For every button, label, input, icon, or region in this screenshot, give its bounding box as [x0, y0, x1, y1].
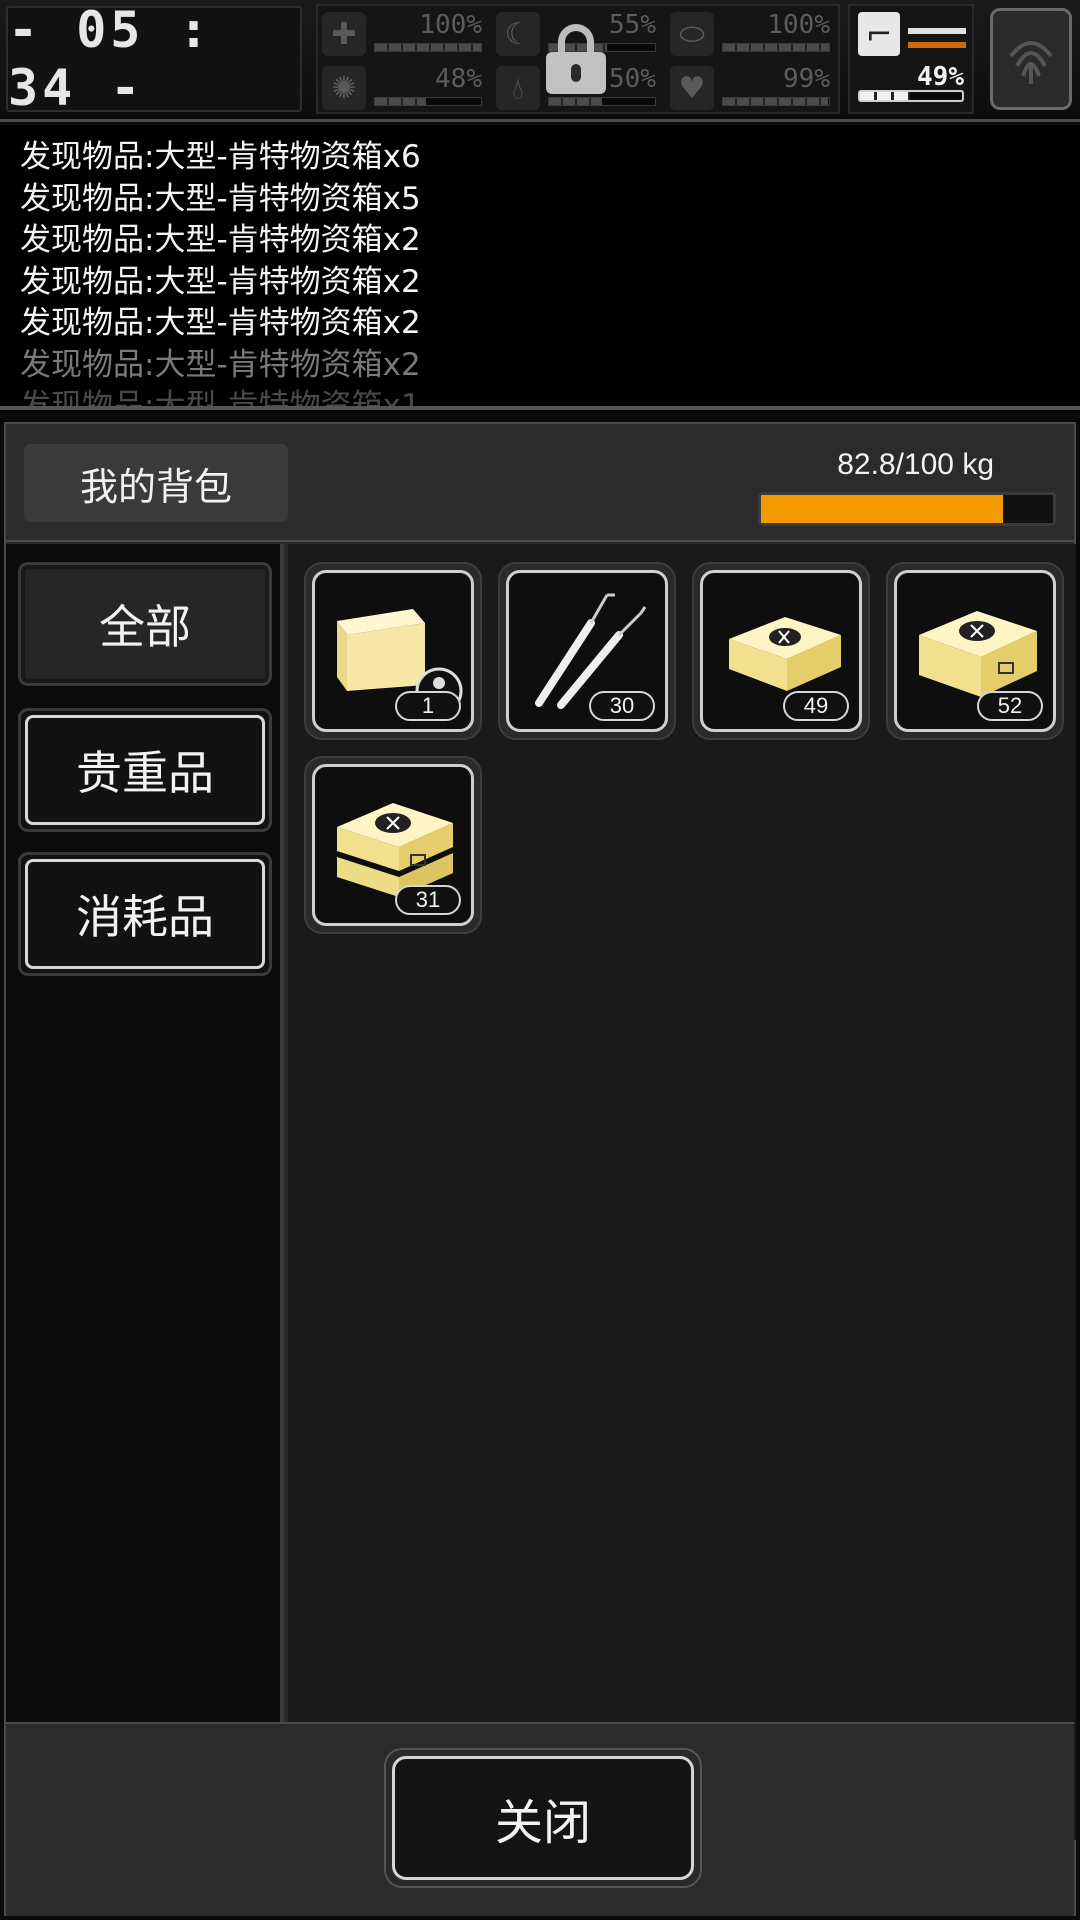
boot-icon: ⌐ — [858, 12, 900, 56]
stat-medicine: ⬭ 100% — [666, 8, 836, 58]
stat-value: 100% — [419, 10, 482, 40]
heart-icon: ♥ — [670, 66, 714, 110]
inventory-grid: 1 30 49 52 31 — [288, 544, 1076, 1840]
stat-health: ✚ 100% — [318, 8, 488, 58]
pill-icon: ⬭ — [670, 12, 714, 56]
log-entry: 发现物品:大型-肯特物资箱x2 — [20, 222, 421, 258]
stamina-panel: ⌐ 49% — [848, 4, 974, 114]
lock-icon[interactable] — [546, 24, 606, 94]
item-count-badge: 52 — [977, 691, 1043, 721]
close-button-label: 关闭 — [392, 1756, 694, 1880]
brain-icon: ✺ — [322, 66, 366, 110]
event-log: 发现物品:大型-肯特物资箱x6 发现物品:大型-肯特物资箱x5 发现物品:大型-… — [0, 125, 1080, 410]
item-count-badge: 49 — [783, 691, 849, 721]
water-drop-icon: 💧︎ — [496, 66, 540, 110]
stat-heart: ♥ 99% — [666, 62, 836, 112]
fingerprint-icon[interactable] — [990, 8, 1072, 110]
stamina-indicator-line — [908, 28, 966, 34]
weight-text: 82.8/100 kg — [837, 448, 994, 481]
category-tab-all[interactable]: 全部 — [18, 562, 272, 686]
item-count-badge: 1 — [395, 691, 461, 721]
status-hud: - 05 : 34 - ✚ 100% ☾ 55% ⬭ 100% ✺ 48% 💧︎… — [0, 0, 1080, 122]
log-entry: 发现物品:大型-肯特物资箱x2 — [20, 305, 421, 341]
stat-value: 50% — [609, 64, 656, 94]
item-count-badge: 30 — [589, 691, 655, 721]
inventory-slot[interactable]: 52 — [886, 562, 1064, 740]
stat-value: 48% — [435, 64, 482, 94]
stat-value: 99% — [783, 64, 830, 94]
category-tab-consumables[interactable]: 消耗品 — [18, 852, 272, 976]
log-entry: 发现物品:大型-肯特物资箱x2 — [20, 263, 421, 300]
stamina-value: 49% — [917, 62, 964, 92]
clock-text: - 05 : 34 - — [8, 1, 213, 117]
log-entry: 发现物品:大型-肯特物资箱x5 — [20, 180, 421, 217]
inventory-slot[interactable]: 49 — [692, 562, 870, 740]
category-tab-valuables[interactable]: 贵重品 — [18, 708, 272, 832]
log-entry: 发现物品:大型-肯特物资箱x2 — [20, 346, 421, 383]
medkit-icon: ✚ — [322, 12, 366, 56]
log-entry: 发现物品:大型-肯特物资箱x6 — [20, 139, 421, 175]
stat-brain: ✺ 48% — [318, 62, 488, 112]
log-entry: 发现物品:大型-肯特物资箱x1 — [20, 388, 421, 410]
item-count-badge: 31 — [395, 885, 461, 915]
weight-bar — [758, 492, 1056, 526]
backpack-title: 我的背包 — [24, 444, 288, 522]
inventory-slot[interactable]: 30 — [498, 562, 676, 740]
backpack-header: 我的背包 82.8/100 kg — [6, 424, 1074, 542]
stat-value: 100% — [767, 10, 830, 40]
stat-value: 55% — [609, 10, 656, 40]
backpack-panel: 我的背包 82.8/100 kg 全部 贵重品 消耗品 1 30 49 52 3… — [4, 422, 1076, 1916]
game-clock: - 05 : 34 - — [6, 1, 302, 117]
close-button[interactable]: 关闭 — [384, 1748, 702, 1888]
inventory-slot[interactable]: 31 — [304, 756, 482, 934]
stomach-icon: ☾ — [496, 12, 540, 56]
stamina-indicator-line — [908, 42, 966, 48]
stamina-bar — [858, 90, 964, 102]
category-sidebar: 全部 贵重品 消耗品 — [6, 544, 284, 1840]
inventory-slot[interactable]: 1 — [304, 562, 482, 740]
